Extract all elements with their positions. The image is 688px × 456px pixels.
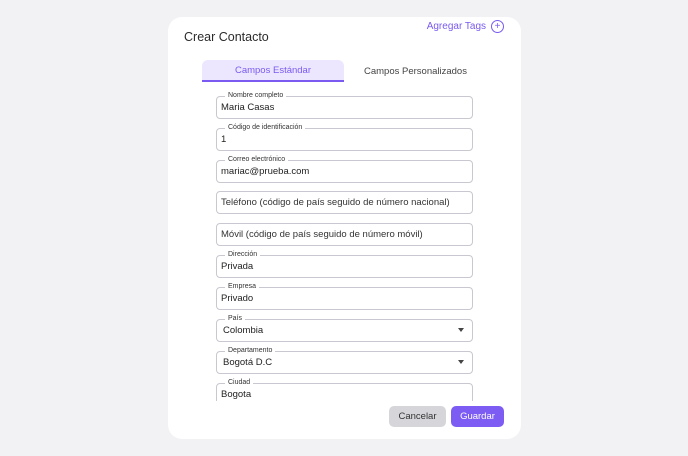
city-field[interactable]: Ciudad Bogota — [216, 378, 473, 401]
city-value: Bogota — [221, 389, 252, 400]
plus-circle-icon: + — [491, 20, 504, 33]
email-field[interactable]: Correo electrónico mariac@prueba.com — [216, 155, 473, 183]
save-button[interactable]: Guardar — [451, 406, 504, 427]
id-code-value: 1 — [221, 134, 227, 145]
phone-placeholder: Teléfono (código de país seguido de núme… — [221, 197, 450, 208]
add-tags-label: Agregar Tags — [426, 21, 486, 32]
department-label: Departamento — [225, 346, 276, 355]
country-select[interactable]: País Colombia — [216, 314, 473, 342]
mobile-placeholder: Móvil (código de país seguido de número … — [221, 229, 423, 240]
id-code-label: Código de identificación — [225, 123, 306, 132]
dialog-title: Crear Contacto — [184, 30, 269, 44]
mobile-field[interactable]: Móvil (código de país seguido de número … — [216, 223, 473, 246]
address-label: Dirección — [225, 250, 261, 259]
caret-down-icon — [458, 328, 464, 332]
id-code-field[interactable]: Código de identificación 1 — [216, 123, 473, 151]
create-contact-dialog: Crear Contacto Agregar Tags + Campos Est… — [168, 17, 521, 439]
country-value: Colombia — [223, 325, 264, 336]
department-value: Bogotá D.C — [223, 357, 273, 368]
full-name-field[interactable]: Nombre completo Maria Casas — [216, 91, 473, 119]
tab-standard-fields[interactable]: Campos Estándar — [202, 60, 344, 82]
caret-down-icon — [458, 360, 464, 364]
phone-field[interactable]: Teléfono (código de país seguido de núme… — [216, 191, 473, 214]
country-label: País — [225, 314, 246, 323]
field-tabs: Campos Estándar Campos Personalizados — [202, 60, 487, 82]
email-label: Correo electrónico — [225, 155, 289, 164]
add-tags-button[interactable]: Agregar Tags + — [427, 20, 504, 33]
contact-form[interactable]: Nombre completo Maria Casas Código de id… — [216, 87, 473, 401]
email-value: mariac@prueba.com — [221, 166, 310, 177]
tab-custom-fields[interactable]: Campos Personalizados — [344, 60, 487, 82]
full-name-label: Nombre completo — [225, 91, 287, 100]
company-label: Empresa — [225, 282, 260, 291]
address-value: Privada — [221, 261, 254, 272]
company-field[interactable]: Empresa Privado — [216, 282, 473, 310]
cancel-button[interactable]: Cancelar — [389, 406, 446, 427]
department-select[interactable]: Departamento Bogotá D.C — [216, 346, 473, 374]
address-field[interactable]: Dirección Privada — [216, 250, 473, 278]
company-value: Privado — [221, 293, 254, 304]
full-name-value: Maria Casas — [221, 102, 275, 113]
city-label: Ciudad — [225, 378, 254, 387]
